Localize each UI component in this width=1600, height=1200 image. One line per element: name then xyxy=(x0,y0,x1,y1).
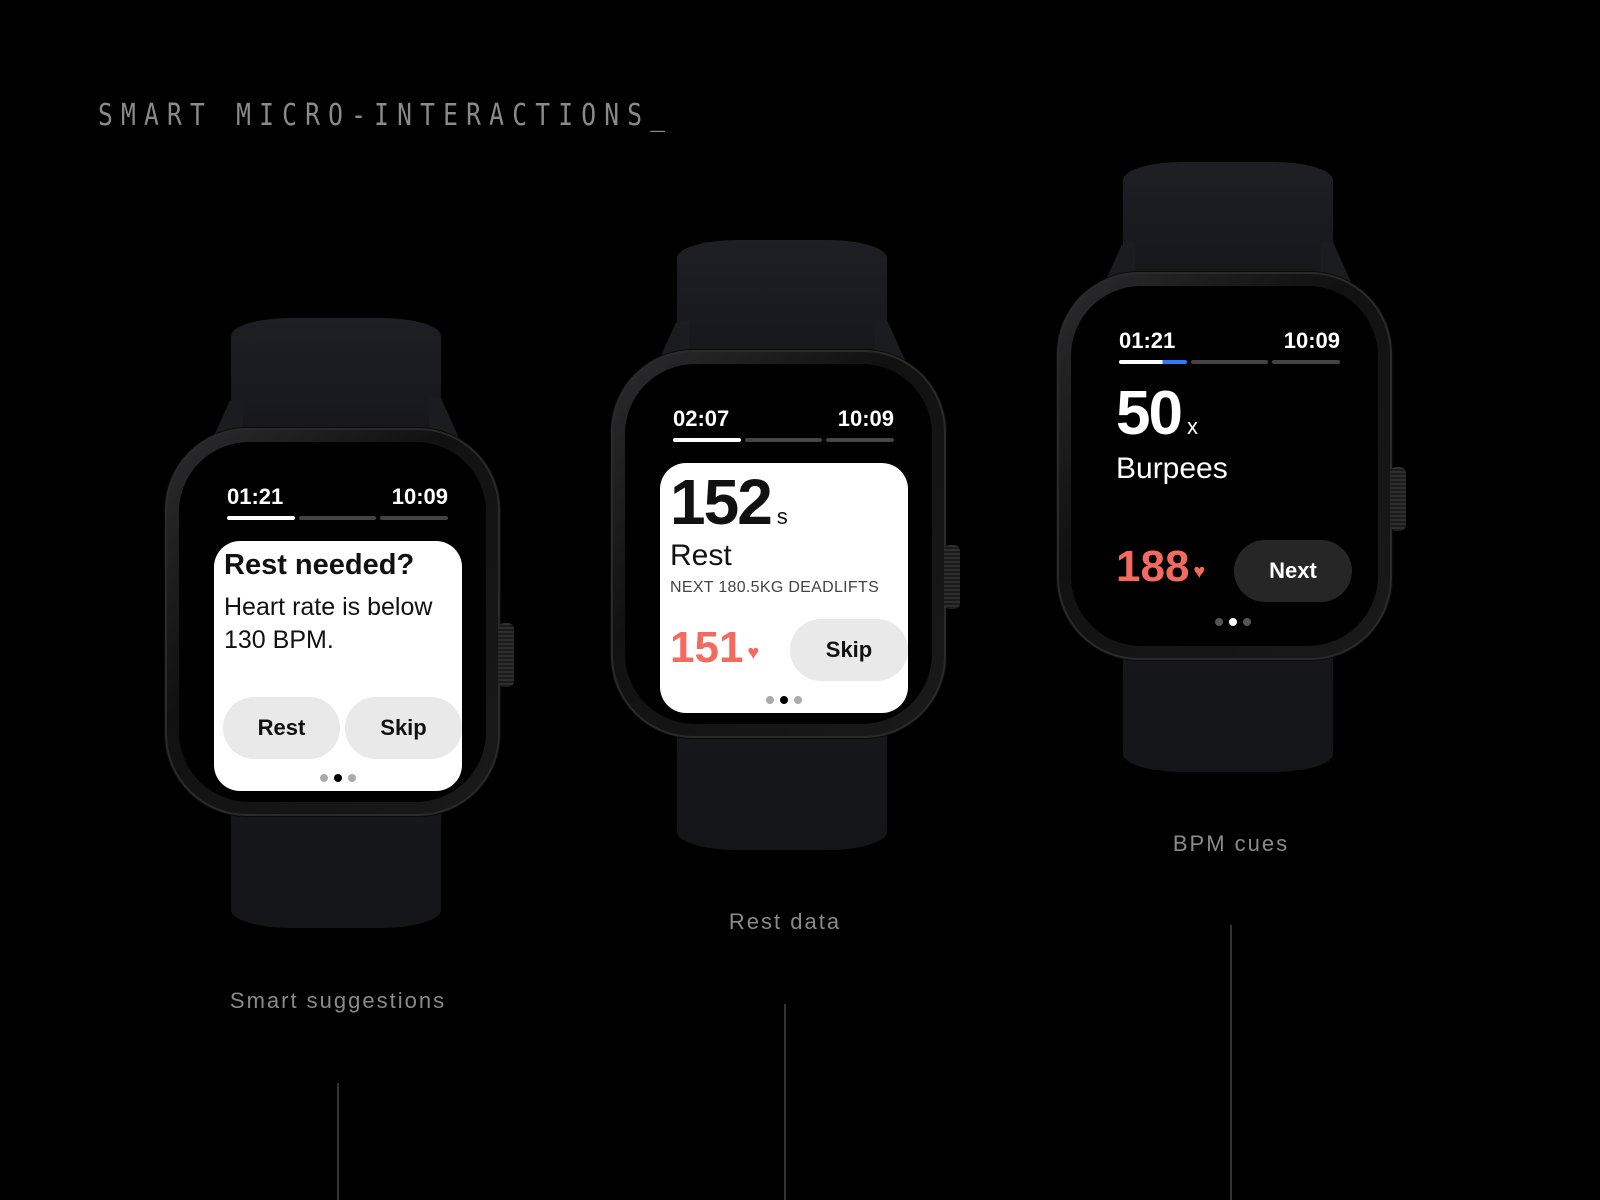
heart-icon: ♥ xyxy=(747,642,760,664)
skip-button[interactable]: Skip xyxy=(345,697,462,759)
heart-rate: 151 ♥ xyxy=(670,623,759,673)
status-bar: 01:21 10:09 xyxy=(1119,328,1340,354)
watch-band-bottom xyxy=(677,730,887,850)
watch-body: 01:21 10:09 Rest needed? Heart rate is b… xyxy=(165,428,514,816)
workout-progress xyxy=(1119,360,1340,364)
watch-screen: 01:21 10:09 50 x Burpees 188 ♥ Next xyxy=(1091,308,1354,626)
watch-smart-suggestions: 01:21 10:09 Rest needed? Heart rate is b… xyxy=(165,318,514,928)
page-dot-active[interactable] xyxy=(780,696,788,704)
caption-rest-data: Rest data xyxy=(728,909,842,934)
skip-button[interactable]: Skip xyxy=(790,619,908,681)
caption-bpm-cues: BPM cues xyxy=(1172,831,1290,856)
watch-bpm-cues: 01:21 10:09 50 x Burpees 188 ♥ Next xyxy=(1057,162,1406,772)
page-dot-active[interactable] xyxy=(1229,618,1237,626)
progress-segment xyxy=(299,516,376,520)
progress-segment xyxy=(227,516,295,520)
digital-crown[interactable] xyxy=(1390,467,1406,531)
workout-progress xyxy=(227,516,448,520)
clock-time: 10:09 xyxy=(391,484,448,509)
page-dot-active[interactable] xyxy=(334,774,342,782)
connector-line xyxy=(1230,925,1232,1200)
rest-button[interactable]: Rest xyxy=(223,697,340,759)
progress-segment xyxy=(380,516,448,520)
next-exercise: NEXT 180.5KG DEADLIFTS xyxy=(670,579,880,596)
digital-crown[interactable] xyxy=(498,623,514,687)
page-dot[interactable] xyxy=(320,774,328,782)
watch-screen: 01:21 10:09 Rest needed? Heart rate is b… xyxy=(199,464,462,791)
page-dot[interactable] xyxy=(348,774,356,782)
rep-unit: x xyxy=(1186,414,1198,439)
page-title: SMART MICRO-INTERACTIONS_ xyxy=(98,98,674,133)
rest-label: Rest xyxy=(670,539,732,572)
clock-time: 10:09 xyxy=(1283,328,1340,353)
clock-time: 10:09 xyxy=(837,406,894,431)
progress-segment xyxy=(826,438,894,442)
heart-icon: ♥ xyxy=(1193,561,1206,583)
suggestion-card: Rest needed? Heart rate is below 130 BPM… xyxy=(214,541,462,791)
elapsed-time: 01:21 xyxy=(227,484,284,509)
elapsed-time: 02:07 xyxy=(673,406,730,431)
heart-rate-value: 151 xyxy=(670,623,744,672)
watch-band-bottom xyxy=(1123,652,1333,772)
watch-rest-data: 02:07 10:09 152 s Rest NEXT 180.5KG DEAD… xyxy=(611,240,960,850)
card-heading: Rest needed? xyxy=(224,549,415,581)
page-dot[interactable] xyxy=(1215,618,1223,626)
page-dot[interactable] xyxy=(766,696,774,704)
page-dot[interactable] xyxy=(794,696,802,704)
next-button[interactable]: Next xyxy=(1234,540,1352,602)
rest-card: 152 s Rest NEXT 180.5KG DEADLIFTS 151 ♥ … xyxy=(660,463,908,713)
watch-band-bottom xyxy=(231,808,441,928)
rest-unit: s xyxy=(776,504,788,529)
rest-seconds: 152 xyxy=(670,466,773,538)
rep-count: 50 x xyxy=(1116,378,1198,449)
watch-screen: 02:07 10:09 152 s Rest NEXT 180.5KG DEAD… xyxy=(645,386,908,713)
page-indicator[interactable] xyxy=(320,774,356,782)
connector-line xyxy=(784,1004,786,1200)
rep-value: 50 xyxy=(1116,379,1183,448)
progress-segment xyxy=(1191,360,1268,364)
heart-rate-value: 188 xyxy=(1116,542,1190,591)
progress-segment-active xyxy=(1119,360,1187,364)
workout-progress xyxy=(673,438,894,442)
digital-crown[interactable] xyxy=(944,545,960,609)
exercise-name: Burpees xyxy=(1116,452,1228,485)
status-bar: 01:21 10:09 xyxy=(227,484,448,510)
connector-line xyxy=(337,1083,339,1200)
elapsed-time: 01:21 xyxy=(1119,328,1176,353)
caption-smart-suggestions: Smart suggestions xyxy=(229,988,447,1013)
watch-body: 01:21 10:09 50 x Burpees 188 ♥ Next xyxy=(1057,272,1406,660)
page-indicator[interactable] xyxy=(1215,618,1251,626)
progress-segment xyxy=(745,438,822,442)
page-dot[interactable] xyxy=(1243,618,1251,626)
status-bar: 02:07 10:09 xyxy=(673,406,894,432)
page-indicator[interactable] xyxy=(766,696,802,704)
watch-band-top xyxy=(231,318,441,438)
watch-band-top xyxy=(1123,162,1333,282)
watch-band-top xyxy=(677,240,887,360)
card-body: Heart rate is below 130 BPM. xyxy=(224,593,433,654)
heart-rate: 188 ♥ xyxy=(1116,542,1205,592)
progress-segment xyxy=(1272,360,1340,364)
progress-segment xyxy=(673,438,741,442)
watch-body: 02:07 10:09 152 s Rest NEXT 180.5KG DEAD… xyxy=(611,350,960,738)
rest-timer: 152 s xyxy=(670,465,788,539)
